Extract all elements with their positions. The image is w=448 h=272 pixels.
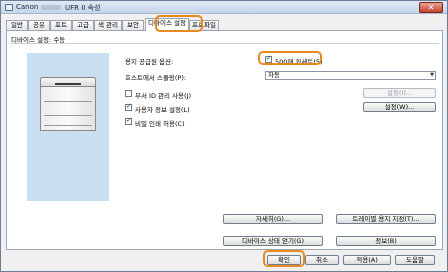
cassette-highlight-marker <box>258 51 322 65</box>
details-button[interactable]: 자세히(G)... <box>223 214 323 224</box>
help-button[interactable]: 도움말 <box>395 255 435 265</box>
dept-id-settings-button[interactable]: 설정(I)... <box>363 88 436 98</box>
spooling-label: 호스트에서 스풀링(P): <box>125 74 187 82</box>
tab-color-management[interactable]: 색 관리 <box>94 20 122 30</box>
window-title: Canon <box>16 3 39 11</box>
info-button[interactable]: 정보(B) <box>336 236 436 246</box>
paper-source-options-label: 용지 공급원 옵션: <box>125 58 174 66</box>
tray-paper-button[interactable]: 트레이별 용지 지정(T)... <box>336 214 436 224</box>
user-info-label: 사용자 정보 설정(L) <box>135 106 190 114</box>
cassette-line <box>44 115 92 116</box>
device-settings-panel: 디바이스 설정: 수동 용지 공급원 옵션: 500매 카세트(5) 호스트에서… <box>6 30 443 250</box>
user-info-settings-button[interactable]: 설정(W)... <box>363 102 436 112</box>
get-device-status-button[interactable]: 디바이스 상태 얻기(G) <box>223 236 323 246</box>
dept-id-label: 부서 ID 관리 사용(J) <box>135 92 191 100</box>
printer-body <box>40 87 96 131</box>
cassette-line <box>44 125 92 126</box>
printer-model-redacted <box>41 5 61 10</box>
spooling-select[interactable]: 자동 ▼ <box>265 71 436 80</box>
apply-button[interactable]: 적용(A) <box>343 255 391 265</box>
tab-ports[interactable]: 포트 <box>50 20 72 30</box>
printer-icon <box>5 4 13 11</box>
chevron-down-icon: ▼ <box>430 72 434 78</box>
title-bar: Canon UFR II 속성 ✕ <box>1 1 447 14</box>
cassette-line <box>44 101 92 102</box>
printer-top <box>40 77 96 87</box>
divider <box>11 43 439 44</box>
printer-output-slot <box>55 83 81 85</box>
dept-id-checkbox[interactable] <box>125 90 132 97</box>
tab-advanced[interactable]: 고급 <box>72 20 94 30</box>
window-title-suffix: UFR II 속성 <box>65 4 101 12</box>
secure-print-label: 비밀 인쇄 허용(C) <box>135 120 185 128</box>
ok-highlight-marker <box>263 250 305 267</box>
tab-general[interactable]: 일반 <box>6 20 28 30</box>
user-info-checkbox[interactable] <box>125 102 132 111</box>
printer-preview <box>27 53 109 201</box>
tab-highlight-marker <box>155 15 203 32</box>
secure-print-checkbox[interactable] <box>125 116 132 125</box>
tab-sharing[interactable]: 공유 <box>28 20 50 30</box>
close-button[interactable]: ✕ <box>419 2 443 13</box>
tab-security[interactable]: 보안 <box>122 20 144 30</box>
cancel-button[interactable]: 취소 <box>305 255 339 265</box>
printer-properties-window: Canon UFR II 속성 ✕ 일반 공유 포트 고급 색 관리 보안 디바… <box>0 0 448 272</box>
spooling-value: 자동 <box>268 71 280 79</box>
